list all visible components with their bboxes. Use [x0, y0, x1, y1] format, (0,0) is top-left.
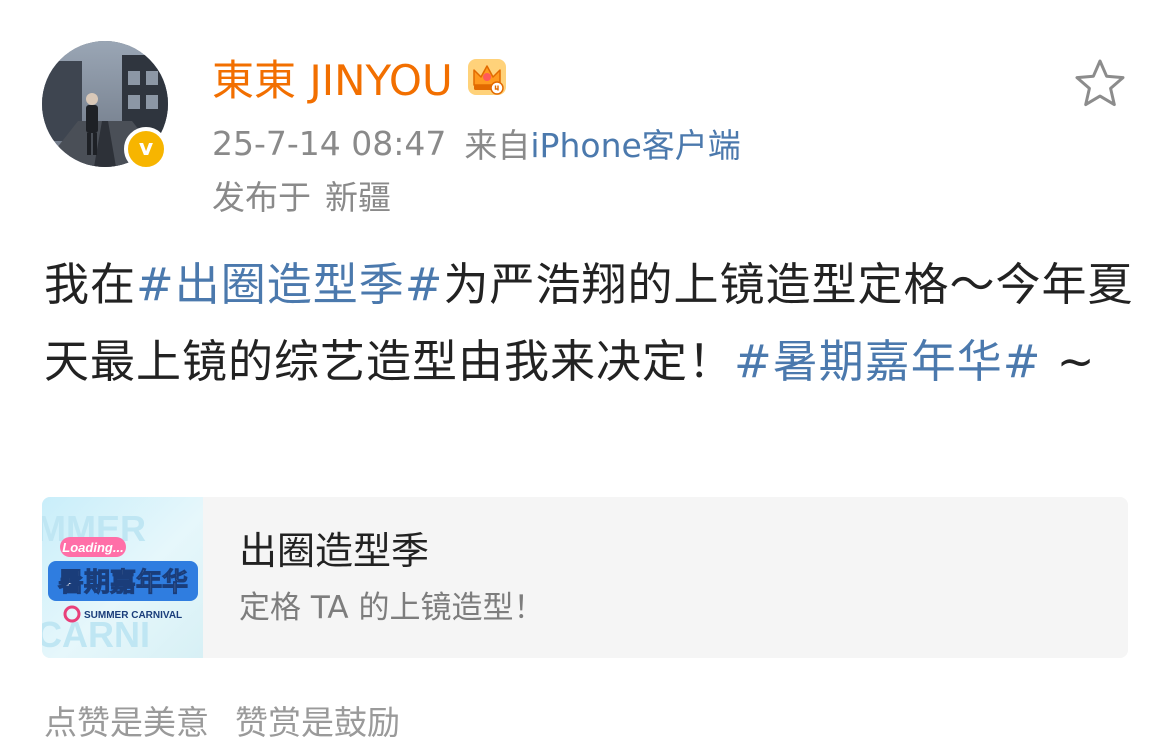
post-text-segment: 我在: [44, 258, 137, 311]
star-outline-icon[interactable]: [1072, 56, 1128, 112]
reward-prompt-right: 赞赏是鼓励: [235, 703, 400, 742]
username[interactable]: 東東 JINYOU: [212, 47, 453, 108]
thumb-main-text: 暑期嘉年华: [58, 567, 188, 598]
location-prefix: 发布于: [212, 178, 311, 217]
post-text-segment: ~: [1041, 335, 1096, 388]
topic-card-body: 出圈造型季 定格 TA 的上镜造型！: [203, 497, 544, 658]
thumb-badge-text: Loading...: [62, 540, 123, 555]
location-name: 新疆: [325, 178, 391, 217]
post-location: 发布于 新疆: [212, 170, 391, 220]
topic-card-subtitle: 定格 TA 的上镜造型！: [239, 589, 545, 626]
post-text: 我在#出圈造型季#为严浩翔的上镜造型定格～今年夏天最上镜的综艺造型由我来决定！#…: [44, 246, 1134, 400]
source-link[interactable]: iPhone客户端: [530, 119, 740, 167]
username-row: 東東 JINYOU: [212, 50, 509, 105]
post-meta: 25-7-14 08:47 来自 iPhone客户端: [212, 118, 741, 168]
crown-icon[interactable]: [465, 55, 509, 99]
reward-prompt-left: 点赞是美意: [44, 703, 209, 742]
hashtag-link[interactable]: #暑期嘉年华#: [734, 335, 1041, 388]
topic-card-title[interactable]: 出圈造型季: [239, 523, 544, 579]
summer-carnival-logo: MMER CARNI Loading... 暑期嘉年华 SUMMER CARNI…: [42, 497, 203, 658]
post-timestamp: 25-7-14 08:47: [212, 123, 447, 163]
topic-card[interactable]: MMER CARNI Loading... 暑期嘉年华 SUMMER CARNI…: [42, 497, 1128, 658]
reward-prompt: 点赞是美意 赞赏是鼓励: [44, 696, 400, 744]
thumb-english-text: SUMMER CARNIVAL: [84, 610, 182, 621]
hashtag-link[interactable]: #出圈造型季#: [136, 258, 443, 311]
verified-v-icon: v: [124, 127, 168, 171]
verified-letter: v: [138, 136, 154, 161]
source-prefix: 来自: [464, 126, 531, 165]
